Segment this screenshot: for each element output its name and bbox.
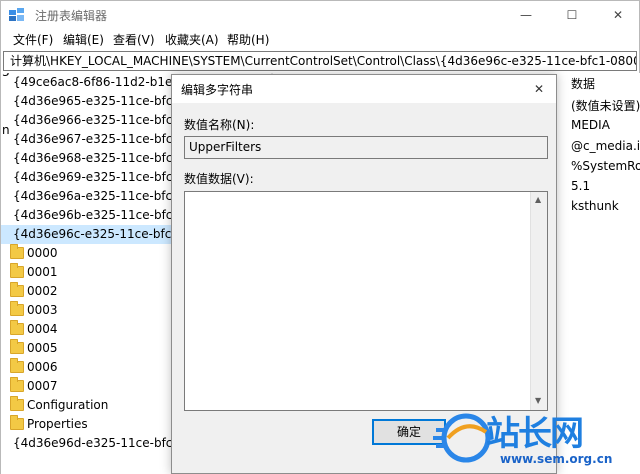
folder-icon bbox=[10, 377, 24, 392]
tree-row-label: 0002 bbox=[27, 284, 58, 298]
watermark-site-url: www.sem.org.cn bbox=[500, 452, 613, 466]
close-button[interactable]: ✕ bbox=[595, 1, 640, 29]
scroll-up-icon[interactable]: ▲ bbox=[535, 195, 541, 204]
folder-icon bbox=[10, 282, 24, 297]
folder-icon bbox=[10, 396, 24, 411]
tree-row-label: 0001 bbox=[27, 265, 58, 279]
tree-row-label: 0005 bbox=[27, 341, 58, 355]
tree-row-label: 0003 bbox=[27, 303, 58, 317]
folder-icon bbox=[10, 358, 24, 373]
menu-view[interactable]: 查看(V) bbox=[113, 31, 155, 48]
value-name-label: 数值名称(N): bbox=[184, 118, 255, 132]
value-data-cell[interactable]: ksthunk bbox=[571, 199, 619, 213]
value-data-label: 数值数据(V): bbox=[184, 172, 254, 186]
value-data-cell[interactable]: (数值未设置) bbox=[571, 97, 640, 114]
maximize-button[interactable]: ☐ bbox=[549, 1, 595, 29]
folder-icon bbox=[10, 339, 24, 354]
folder-icon bbox=[10, 301, 24, 316]
address-bar[interactable]: 计算机\HKEY_LOCAL_MACHINE\SYSTEM\CurrentCon… bbox=[3, 51, 637, 71]
value-data-textarea[interactable]: ▲ ▼ bbox=[184, 191, 548, 411]
folder-icon bbox=[10, 263, 24, 278]
values-column-header[interactable]: 数据 bbox=[571, 75, 595, 92]
window-title: 注册表编辑器 bbox=[35, 9, 108, 23]
value-data-cell[interactable]: @c_media.inf bbox=[571, 139, 640, 153]
close-icon: ✕ bbox=[612, 8, 624, 22]
watermark-logo-text: 站长网 bbox=[486, 414, 584, 454]
tree-row-label: 0007 bbox=[27, 379, 58, 393]
tree-row-label: 0000 bbox=[27, 246, 58, 260]
menu-bar: 文件(F) 编辑(E) 查看(V) 收藏夹(A) 帮助(H) bbox=[1, 29, 639, 49]
dialog-title-bar: 编辑多字符串 ✕ bbox=[172, 75, 556, 103]
minimize-button[interactable]: — bbox=[503, 1, 549, 29]
dialog-title: 编辑多字符串 bbox=[181, 83, 254, 97]
value-data-cell[interactable]: %SystemRoot% bbox=[571, 159, 640, 173]
folder-icon bbox=[10, 320, 24, 335]
tree-row-label: 0004 bbox=[27, 322, 58, 336]
scroll-down-icon[interactable]: ▼ bbox=[535, 396, 541, 405]
menu-favorites[interactable]: 收藏夹(A) bbox=[165, 31, 219, 48]
menu-file[interactable]: 文件(F) bbox=[13, 31, 53, 48]
maximize-icon: ☐ bbox=[566, 8, 578, 22]
menu-help[interactable]: 帮助(H) bbox=[227, 31, 269, 48]
registry-app-icon bbox=[9, 8, 24, 21]
folder-icon bbox=[10, 244, 24, 259]
value-name-field: UpperFilters bbox=[184, 136, 548, 159]
vertical-scrollbar[interactable]: ▲ ▼ bbox=[530, 192, 547, 410]
dialog-close-button[interactable]: ✕ bbox=[528, 78, 550, 100]
value-data-cell[interactable]: 5.1 bbox=[571, 179, 590, 193]
menu-edit[interactable]: 编辑(E) bbox=[63, 31, 104, 48]
close-icon: ✕ bbox=[533, 82, 545, 96]
value-data-cell[interactable]: MEDIA bbox=[571, 118, 610, 132]
title-bar: 注册表编辑器 — ☐ ✕ bbox=[1, 1, 639, 29]
tree-row-label: Properties bbox=[27, 417, 88, 431]
folder-icon bbox=[10, 415, 24, 430]
tree-row-label: 0006 bbox=[27, 360, 58, 374]
tree-row-label: Configuration bbox=[27, 398, 109, 412]
minimize-icon: — bbox=[520, 8, 532, 22]
